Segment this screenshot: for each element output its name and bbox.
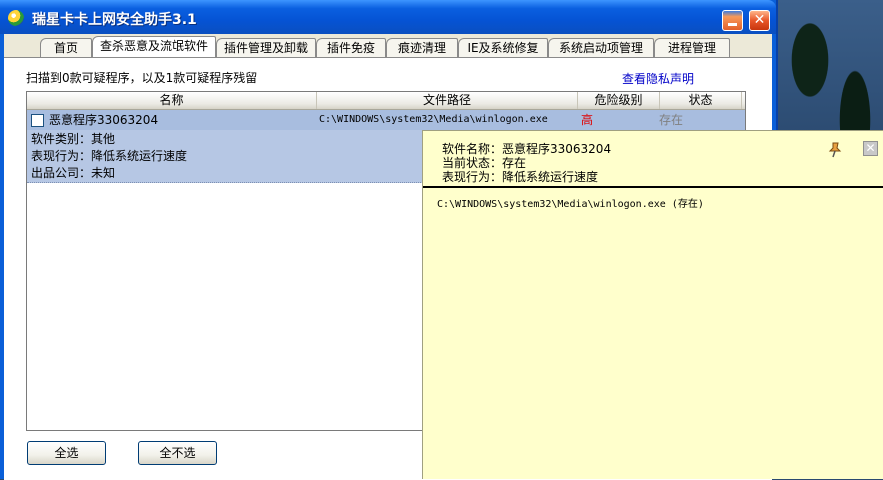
list-header: 名称 文件路径 危险级别 状态	[27, 92, 745, 110]
popup-file-entry: C:\WINDOWS\system32\Media\winlogon.exe (…	[437, 199, 704, 210]
tab-plugin-immunity[interactable]: 插件免疫	[316, 38, 386, 57]
tab-trace-cleanup[interactable]: 痕迹清理	[386, 38, 458, 57]
app-logo-icon	[8, 10, 24, 26]
select-none-button[interactable]: 全不选	[138, 441, 217, 465]
minimize-button[interactable]	[722, 10, 743, 31]
row-status: 存在	[659, 113, 684, 127]
popup-software-name: 软件名称：恶意程序33063204	[442, 142, 612, 156]
row-path: C:\WINDOWS\system32\Media\winlogon.exe	[319, 114, 548, 125]
popup-header: 软件名称：恶意程序33063204 当前状态：存在 表现行为：降低系统运行速度 …	[423, 131, 883, 188]
detail-software-category: 软件类别：其他	[31, 132, 116, 146]
select-all-button[interactable]: 全选	[27, 441, 106, 465]
privacy-statement-link[interactable]: 查看隐私声明	[622, 70, 694, 87]
tab-ie-system-repair[interactable]: IE及系统修复	[458, 38, 548, 57]
close-button[interactable]: ✕	[749, 10, 770, 31]
detail-publisher: 出品公司：未知	[31, 166, 116, 180]
column-header-status[interactable]: 状态	[660, 92, 742, 109]
scan-summary: 扫描到0款可疑程序，以及1款可疑程序残留	[26, 71, 258, 85]
column-header-path[interactable]: 文件路径	[317, 92, 578, 109]
tab-home[interactable]: 首页	[40, 38, 92, 57]
row-risk-level: 高	[581, 113, 594, 127]
pin-icon[interactable]	[828, 142, 842, 158]
title-bar[interactable]: 瑞星卡卡上网安全助手3.1 ✕	[0, 0, 776, 34]
tab-plugin-management[interactable]: 插件管理及卸载	[216, 38, 316, 57]
window-title: 瑞星卡卡上网安全助手3.1	[32, 12, 197, 28]
column-header-risk[interactable]: 危险级别	[578, 92, 660, 109]
detail-behavior: 表现行为：降低系统运行速度	[31, 149, 188, 163]
tab-startup-management[interactable]: 系统启动项管理	[548, 38, 654, 57]
tab-process-management[interactable]: 进程管理	[654, 38, 730, 57]
column-header-name[interactable]: 名称	[27, 92, 317, 109]
detail-popup: 软件名称：恶意程序33063204 当前状态：存在 表现行为：降低系统运行速度 …	[422, 130, 883, 479]
tab-malware-scan[interactable]: 查杀恶意及流氓软件	[92, 36, 216, 58]
table-row[interactable]: 恶意程序33063204 C:\WINDOWS\system32\Media\w…	[27, 110, 745, 130]
tab-bar: 首页 查杀恶意及流氓软件 插件管理及卸载 插件免疫 痕迹清理 IE及系统修复 系…	[4, 34, 772, 58]
popup-current-status: 当前状态：存在	[442, 156, 527, 170]
row-name: 恶意程序33063204	[49, 113, 159, 127]
popup-close-button[interactable]: ✕	[863, 141, 878, 156]
popup-behavior: 表现行为：降低系统运行速度	[442, 170, 599, 184]
row-checkbox[interactable]	[31, 114, 44, 127]
